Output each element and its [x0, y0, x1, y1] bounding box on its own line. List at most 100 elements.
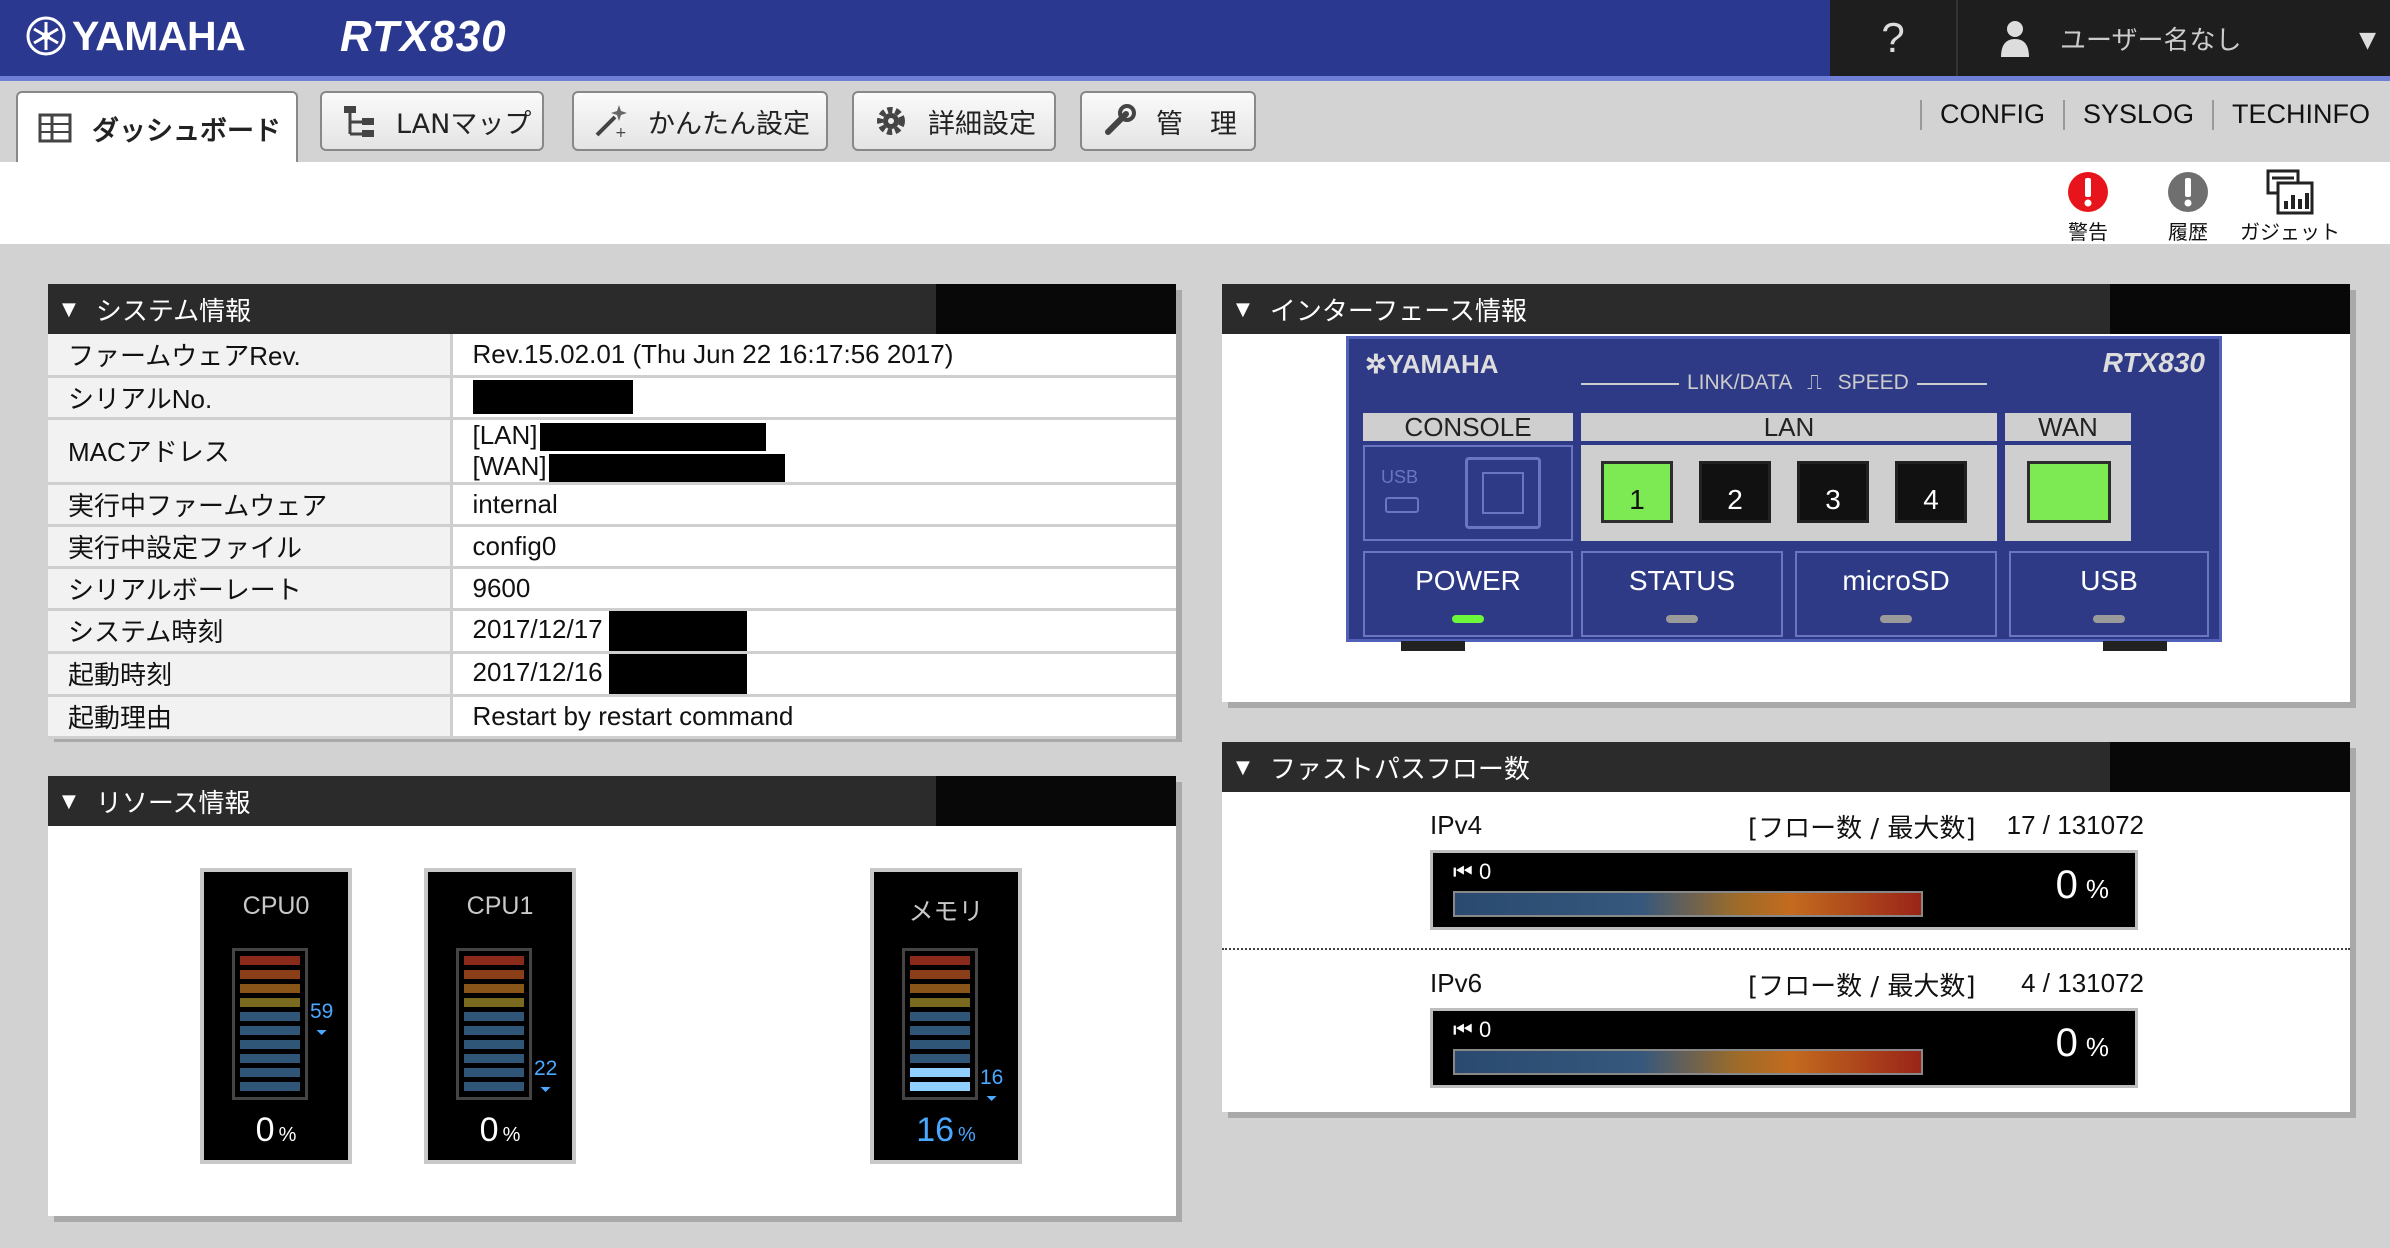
lan-ports-area: 1 2 3 4	[1581, 445, 1997, 541]
brand-name: YAMAHA	[72, 12, 246, 59]
table-row: 実行中設定ファイル config0	[48, 525, 1176, 569]
user-icon	[2001, 21, 2029, 57]
lan-port-1[interactable]: 1	[1601, 461, 1673, 523]
router-foot	[2103, 641, 2167, 651]
meter-segment	[240, 970, 300, 979]
lan-port-2[interactable]: 2	[1699, 461, 1771, 523]
lan-port-4[interactable]: 4	[1895, 461, 1967, 523]
collapse-triangle-icon: ▼	[1236, 756, 1250, 778]
header-dark-block	[2110, 742, 2350, 792]
meter-segment	[240, 1040, 300, 1049]
help-button[interactable]: ?	[1830, 0, 1958, 76]
table-row: シリアルボーレート 9600	[48, 567, 1176, 611]
row-label: シリアルボーレート	[48, 567, 453, 611]
bar-min-value: 0	[1478, 859, 1492, 884]
tab-label: かんたん設定	[648, 108, 810, 140]
model-name: RTX830	[340, 12, 507, 61]
wan-port[interactable]	[2027, 461, 2111, 523]
meter-segment	[910, 1082, 970, 1091]
row-label: ファームウェアRev.	[48, 334, 453, 378]
panel-title: リソース情報	[95, 788, 251, 819]
wan-port-area	[2005, 445, 2131, 541]
meter-segment	[910, 1012, 970, 1021]
percent-unit: %	[502, 1124, 521, 1146]
tab-dashboard[interactable]: ダッシュボード	[16, 91, 298, 163]
help-label: ?	[1881, 14, 1905, 61]
header-dark-block	[936, 776, 1176, 826]
meter-segment	[910, 956, 970, 965]
history-button[interactable]: 履歴	[2138, 168, 2238, 245]
panel-title: ファストパスフロー数	[1269, 754, 1530, 785]
percent-unit: %	[2085, 1032, 2109, 1062]
top-bar: YAMAHA RTX830 ? ユーザー名なし ▼	[0, 0, 2390, 76]
meter-bar	[232, 948, 308, 1100]
user-name: ユーザー名なし	[2060, 25, 2242, 56]
cpu0-meter: CPU0 59 ⏷ 0%	[200, 868, 352, 1164]
svg-text:+: +	[615, 125, 627, 139]
microsd-led	[1880, 615, 1912, 623]
peak-value: 16	[980, 1065, 1004, 1089]
tool-row: 警告 履歴 ガジェット	[0, 162, 2390, 244]
user-menu[interactable]: ユーザー名なし ▼	[1960, 0, 2390, 76]
tab-label: ダッシュボード	[92, 115, 281, 147]
tab-lan-map[interactable]: LANマップ	[320, 91, 544, 151]
divider	[2212, 99, 2214, 130]
console-port-icon	[1465, 457, 1541, 529]
tab-management[interactable]: 管 理	[1080, 91, 1256, 151]
syslog-link[interactable]: SYSLOG	[2083, 99, 2194, 130]
gadget-button[interactable]: ガジェット	[2238, 168, 2342, 245]
flow-caption: [フロー数 / 最大数]	[1748, 972, 1976, 1002]
tab-label: 管 理	[1156, 108, 1237, 140]
tab-easy-setup[interactable]: + かんたん設定	[572, 91, 828, 151]
percent-value: 16	[916, 1111, 955, 1149]
console-area: USB	[1363, 445, 1573, 541]
flow-bar: ⏮ 0 0%	[1430, 1008, 2138, 1088]
interface-info-header[interactable]: ▼ インターフェース情報	[1222, 284, 2350, 334]
flow-percent: 0%	[2056, 863, 2109, 908]
collapse-triangle-icon: ▼	[62, 298, 76, 320]
system-time-value: 2017/12/17	[472, 613, 603, 644]
row-value: 2017/12/17	[451, 609, 1176, 654]
lan-map-icon	[340, 102, 378, 140]
header-dark-block	[2110, 284, 2350, 334]
router-foot	[1401, 641, 1465, 651]
panel-title: インターフェース情報	[1269, 296, 1527, 327]
meter-segment	[240, 998, 300, 1007]
tab-label: 詳細設定	[928, 108, 1036, 140]
system-info-header[interactable]: ▼ システム情報	[48, 284, 1176, 334]
status-label: POWER	[1415, 565, 1521, 596]
meter-segment	[464, 998, 524, 1007]
meter-segment	[910, 1040, 970, 1049]
meter-segment	[464, 1054, 524, 1063]
memory-meter: メモリ 16 ⏷ 16%	[870, 868, 1022, 1164]
fastpath-header[interactable]: ▼ ファストパスフロー数	[1222, 742, 2350, 792]
flow-percent: 0%	[2056, 1021, 2109, 1066]
meter-bar	[902, 948, 978, 1100]
redacted-block	[608, 653, 747, 694]
meter-segment	[464, 1082, 524, 1091]
bar-start-icon: ⏮	[1453, 859, 1473, 884]
table-row: MACアドレス [LAN] [WAN]	[48, 418, 1176, 485]
ipv6-flow-row: IPv6 [フロー数 / 最大数] 4 / 131072 ⏮ 0 0%	[1222, 950, 2350, 1108]
row-label: 起動時刻	[48, 652, 453, 697]
router-brand: YAMAHA	[1386, 349, 1499, 379]
peak-value: 59	[310, 1000, 334, 1024]
port-number: 2	[1727, 484, 1743, 515]
speed-icon: ⎍	[1807, 371, 1822, 394]
config-link[interactable]: CONFIG	[1940, 99, 2045, 130]
alert-red-icon	[2066, 168, 2110, 216]
row-label: シリアルNo.	[48, 376, 453, 420]
alert-button[interactable]: 警告	[2038, 168, 2138, 245]
meter-segment	[910, 970, 970, 979]
techinfo-link[interactable]: TECHINFO	[2232, 99, 2370, 130]
chevron-down-icon: ▼	[2359, 28, 2376, 53]
redacted-block	[608, 610, 747, 651]
usb-cell: USB	[2009, 551, 2209, 637]
dashboard-icon	[36, 109, 74, 147]
tab-advanced-settings[interactable]: 詳細設定	[852, 91, 1056, 151]
port-number: 4	[1923, 484, 1939, 515]
resource-info-header[interactable]: ▼ リソース情報	[48, 776, 1176, 826]
row-value: 2017/12/16	[451, 652, 1176, 697]
lan-port-3[interactable]: 3	[1797, 461, 1869, 523]
meter-segment	[910, 1026, 970, 1035]
